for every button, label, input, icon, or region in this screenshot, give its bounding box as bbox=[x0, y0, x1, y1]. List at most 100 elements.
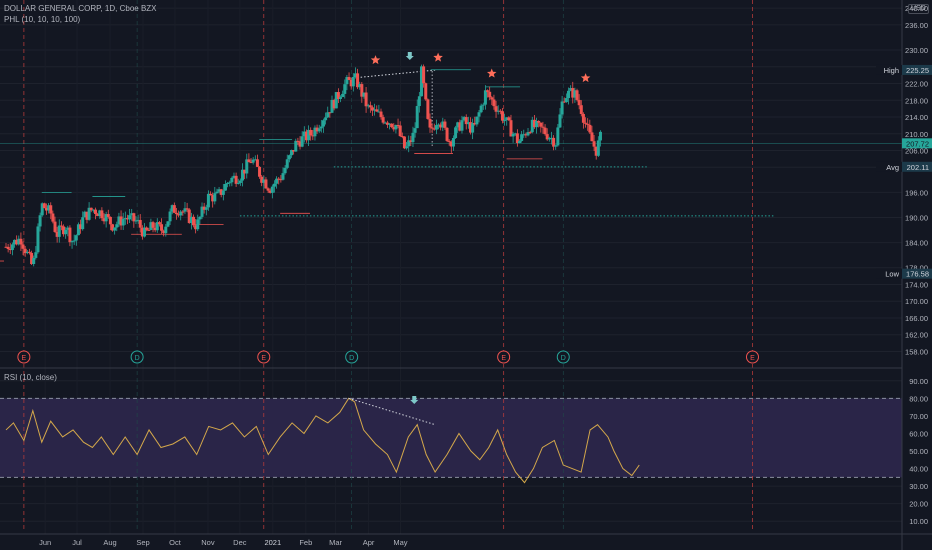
candle-body bbox=[264, 179, 268, 189]
candle-body bbox=[483, 90, 487, 105]
candle-body bbox=[319, 126, 323, 129]
price-tick-label: 166.00 bbox=[905, 314, 928, 323]
candle-body bbox=[300, 136, 304, 147]
candle-body bbox=[213, 193, 217, 202]
candle-body bbox=[490, 97, 494, 100]
price-tick-label: 162.00 bbox=[905, 331, 928, 340]
candle-body bbox=[428, 118, 432, 128]
candle-body bbox=[266, 188, 270, 191]
candle-body bbox=[430, 127, 434, 129]
event-badge-label: E bbox=[22, 355, 27, 362]
candle-body bbox=[537, 120, 541, 123]
candle-body bbox=[100, 210, 104, 219]
rsi-tick-label: 80.00 bbox=[909, 394, 928, 403]
candle-body bbox=[81, 217, 85, 230]
candle-body bbox=[42, 203, 46, 209]
candle-body bbox=[72, 240, 76, 242]
time-tick-label: Dec bbox=[233, 538, 247, 547]
candle-body bbox=[157, 222, 161, 225]
candle-body bbox=[598, 131, 602, 141]
candle-body bbox=[588, 124, 592, 133]
price-tick-label: 236.00 bbox=[905, 21, 928, 30]
event-badge-label: E bbox=[501, 355, 506, 362]
candle-body bbox=[238, 180, 242, 183]
candle-body bbox=[381, 117, 385, 123]
low-badge-label: Low bbox=[885, 270, 899, 279]
candle-body bbox=[185, 208, 189, 210]
candle-body bbox=[500, 111, 504, 121]
candle-body bbox=[454, 127, 458, 139]
candle-body bbox=[471, 122, 475, 133]
rsi-tick-label: 60.00 bbox=[909, 429, 928, 438]
candle-body bbox=[584, 122, 588, 124]
time-tick-label: Sep bbox=[136, 538, 149, 547]
candle-body bbox=[198, 216, 202, 220]
event-badge-label: D bbox=[561, 355, 566, 362]
price-chart[interactable]: EDEDEDE 240.00236.00230.00226.00222.0021… bbox=[0, 0, 932, 550]
candle-body bbox=[215, 191, 219, 194]
candle-body bbox=[281, 173, 285, 180]
low-badge-value: 176.58 bbox=[906, 270, 929, 279]
candle-body bbox=[145, 227, 149, 230]
time-tick-label: Jul bbox=[72, 538, 82, 547]
candle-body bbox=[552, 137, 556, 147]
candle-body bbox=[364, 92, 368, 107]
candle-body bbox=[6, 246, 10, 250]
candle-body bbox=[556, 127, 560, 146]
candle-body bbox=[560, 101, 564, 115]
candle-body bbox=[128, 215, 132, 220]
candle-body bbox=[343, 84, 347, 94]
candle-body bbox=[577, 99, 581, 106]
candle-body bbox=[317, 128, 321, 132]
candle-body bbox=[34, 252, 38, 258]
candle-body bbox=[321, 120, 325, 127]
candle-body bbox=[507, 117, 511, 121]
candle-body bbox=[460, 120, 464, 131]
time-tick-label: Feb bbox=[299, 538, 312, 547]
indicator-legend[interactable]: PHL (10, 10, 10, 100) bbox=[4, 15, 80, 25]
candle-body bbox=[390, 123, 394, 128]
candle-body bbox=[168, 211, 172, 222]
candle-body bbox=[411, 132, 415, 143]
candle-body bbox=[579, 105, 583, 114]
candle-body bbox=[209, 193, 213, 196]
symbol-legend[interactable]: DOLLAR GENERAL CORP, 1D, Cboe BZX bbox=[4, 4, 157, 14]
candle-body bbox=[586, 123, 590, 125]
candle-body bbox=[234, 175, 238, 184]
time-tick-label: Jun bbox=[39, 538, 51, 547]
time-tick-label: Aug bbox=[103, 538, 116, 547]
rsi-overbought-band bbox=[0, 398, 902, 478]
time-tick-label: 2021 bbox=[264, 538, 281, 547]
time-tick-label: Mar bbox=[329, 538, 342, 547]
candle-body bbox=[196, 219, 200, 230]
price-tick-label: 184.00 bbox=[905, 239, 928, 248]
candle-body bbox=[49, 205, 53, 214]
candle-body bbox=[38, 215, 42, 227]
candle-body bbox=[477, 112, 481, 117]
currency-label[interactable]: USD bbox=[908, 4, 929, 14]
candle-body bbox=[32, 257, 36, 265]
candle-body bbox=[64, 229, 68, 235]
candle-body bbox=[113, 227, 117, 231]
candle-body bbox=[443, 121, 447, 128]
rsi-tick-label: 20.00 bbox=[909, 500, 928, 509]
candle-body bbox=[413, 128, 417, 133]
price-tick-label: 214.00 bbox=[905, 113, 928, 122]
rsi-legend[interactable]: RSI (10, close) bbox=[4, 373, 57, 383]
candle-body bbox=[324, 117, 328, 121]
candle-body bbox=[379, 111, 383, 118]
candle-body bbox=[405, 146, 409, 149]
candle-body bbox=[10, 244, 14, 251]
high-badge-value: 225.25 bbox=[906, 66, 929, 75]
candle-body bbox=[236, 182, 240, 184]
current-badge-value: 207.72 bbox=[906, 139, 929, 148]
candle-body bbox=[272, 183, 276, 187]
candle-body bbox=[528, 132, 532, 134]
candle-body bbox=[517, 140, 521, 144]
candle-body bbox=[398, 125, 402, 137]
high-badge-label: High bbox=[884, 66, 899, 75]
candle-body bbox=[285, 159, 289, 168]
candle-body bbox=[434, 125, 438, 130]
candle-body bbox=[417, 96, 421, 107]
candle-body bbox=[543, 127, 547, 135]
